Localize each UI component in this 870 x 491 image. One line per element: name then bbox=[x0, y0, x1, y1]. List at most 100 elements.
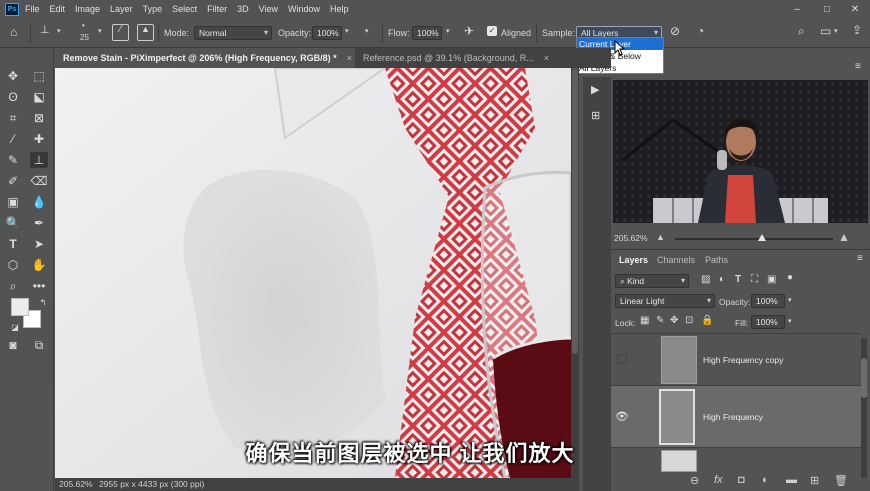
add-mask-icon[interactable]: ◘ bbox=[738, 474, 745, 486]
opacity-input[interactable]: 100% bbox=[312, 26, 342, 40]
workspace-icon[interactable]: ▭ bbox=[820, 25, 831, 37]
clone-stamp-tool-icon[interactable]: ⊥ bbox=[30, 152, 48, 168]
menu-image[interactable]: Image bbox=[75, 4, 100, 14]
tab-remove-stain[interactable]: Remove Stain - PiXimperfect @ 206% (High… bbox=[55, 48, 355, 68]
menu-select[interactable]: Select bbox=[172, 4, 197, 14]
panel-menu-icon[interactable]: ≡ bbox=[855, 62, 861, 72]
layer-name[interactable]: High Frequency copy bbox=[703, 355, 783, 365]
layer-row-selected[interactable]: 👁 High Frequency bbox=[611, 385, 861, 447]
home-icon[interactable]: ⌂ bbox=[10, 26, 17, 38]
eye-icon[interactable]: 👁 bbox=[615, 410, 629, 423]
lock-pixels-icon[interactable]: ✎ bbox=[656, 316, 664, 326]
filter-toggle-icon[interactable]: ● bbox=[787, 273, 793, 283]
canvas-vertical-scrollbar[interactable] bbox=[571, 68, 579, 478]
brush-tool-icon[interactable]: ✎ bbox=[4, 152, 22, 168]
menu-help[interactable]: Help bbox=[330, 4, 349, 14]
default-colors-icon[interactable]: ◪ bbox=[6, 319, 24, 335]
airbrush-icon[interactable]: ✈ bbox=[464, 25, 474, 37]
layer-thumbnail[interactable] bbox=[659, 389, 695, 445]
mode-dropdown[interactable]: Normal ▾ bbox=[194, 26, 272, 40]
navigator-zoom-value[interactable]: 205.62% bbox=[614, 233, 648, 243]
filter-pixel-icon[interactable]: ▨ bbox=[701, 275, 710, 285]
move-tool-icon[interactable]: ✥ bbox=[4, 68, 22, 84]
layer-row[interactable] bbox=[611, 447, 861, 473]
path-selection-tool-icon[interactable]: ➤ bbox=[30, 236, 48, 252]
new-layer-icon[interactable]: ⊞ bbox=[810, 474, 819, 487]
share-icon[interactable]: ⇪ bbox=[852, 24, 862, 36]
close-tab-icon[interactable]: × bbox=[544, 53, 549, 63]
adjustment-layer-icon[interactable]: ◐ bbox=[762, 474, 769, 486]
type-tool-icon[interactable]: T bbox=[4, 236, 22, 252]
marquee-tool-icon[interactable]: ⬚ bbox=[30, 68, 48, 84]
object-selection-tool-icon[interactable]: ⬕ bbox=[30, 89, 48, 105]
zoom-in-mountain-icon[interactable]: ▲ bbox=[838, 230, 850, 244]
frame-tool-icon[interactable]: ⊠ bbox=[30, 110, 48, 126]
tab-layers[interactable]: Layers bbox=[613, 250, 655, 270]
healing-brush-tool-icon[interactable]: ✚ bbox=[30, 131, 48, 147]
quick-mask-icon[interactable]: ◙ bbox=[4, 337, 22, 353]
chevron-down-icon[interactable]: ▾ bbox=[446, 28, 450, 35]
delete-layer-icon[interactable]: 🗑 bbox=[834, 474, 848, 487]
filter-adjustment-icon[interactable]: ◐ bbox=[719, 275, 725, 285]
layer-opacity-input[interactable]: 100% bbox=[751, 294, 785, 308]
panel-menu-icon[interactable]: ≡ bbox=[857, 254, 863, 264]
foreground-color-swatch[interactable] bbox=[11, 298, 29, 316]
menu-filter[interactable]: Filter bbox=[207, 4, 227, 14]
pressure-opacity-icon[interactable]: ◔ bbox=[362, 25, 369, 37]
filter-smart-object-icon[interactable]: ▣ bbox=[767, 275, 776, 285]
gradient-tool-icon[interactable]: ▣ bbox=[4, 194, 22, 210]
lock-transparent-icon[interactable]: ▦ bbox=[640, 316, 649, 326]
lock-artboard-icon[interactable]: ⊡ bbox=[685, 316, 693, 326]
status-zoom[interactable]: 205.62% bbox=[59, 479, 93, 489]
menu-view[interactable]: View bbox=[259, 4, 278, 14]
scrollbar-thumb[interactable] bbox=[861, 358, 867, 398]
lasso-tool-icon[interactable]: ʘ bbox=[4, 89, 22, 105]
link-layers-icon[interactable]: ⊖ bbox=[690, 474, 699, 487]
chevron-down-icon[interactable]: ▾ bbox=[57, 28, 61, 35]
eyedropper-tool-icon[interactable]: ⁄ bbox=[4, 131, 22, 147]
visibility-toggle[interactable] bbox=[617, 354, 627, 364]
crop-tool-icon[interactable]: ⌗ bbox=[4, 110, 22, 126]
menu-type[interactable]: Type bbox=[143, 4, 163, 14]
pressure-size-icon[interactable]: ◔ bbox=[697, 25, 704, 37]
zoom-slider-handle[interactable] bbox=[758, 234, 766, 241]
navigator-zoom-slider[interactable] bbox=[675, 238, 833, 240]
more-tools-icon[interactable]: ••• bbox=[30, 278, 48, 294]
tab-reference[interactable]: Reference.psd @ 39.1% (Background, R... × bbox=[355, 48, 611, 68]
lock-position-icon[interactable]: ✥ bbox=[670, 316, 678, 326]
swap-colors-icon[interactable]: ↰ bbox=[34, 294, 52, 310]
fill-input[interactable]: 100% bbox=[751, 315, 785, 329]
clone-stamp-preset-icon[interactable]: ⊥ bbox=[40, 25, 50, 36]
brush-settings-icon[interactable]: ⁄ bbox=[112, 24, 129, 41]
chevron-down-icon[interactable]: ▾ bbox=[345, 28, 349, 35]
search-icon[interactable]: ⌕ bbox=[798, 25, 805, 37]
lock-all-icon[interactable]: 🔒 bbox=[701, 316, 713, 326]
minimize-button[interactable]: – bbox=[782, 0, 812, 18]
filter-shape-icon[interactable]: ⛶ bbox=[751, 275, 758, 285]
properties-panel-icon[interactable]: ⊞ bbox=[591, 111, 600, 122]
chevron-down-icon[interactable]: ▾ bbox=[788, 318, 792, 325]
chevron-down-icon[interactable]: ▾ bbox=[98, 28, 102, 35]
layer-thumbnail[interactable] bbox=[661, 450, 697, 472]
scrollbar-thumb[interactable] bbox=[572, 68, 578, 354]
layer-name[interactable]: High Frequency bbox=[703, 412, 763, 422]
tab-paths[interactable]: Paths bbox=[699, 250, 734, 270]
filter-type-icon[interactable]: T bbox=[735, 275, 741, 285]
dodge-tool-icon[interactable]: 🔍 bbox=[4, 215, 22, 231]
layers-scrollbar[interactable] bbox=[861, 338, 867, 478]
layer-style-icon[interactable]: fx bbox=[714, 474, 723, 486]
eraser-tool-icon[interactable]: ⌫ bbox=[30, 173, 48, 189]
photoshop-logo-icon[interactable]: Ps bbox=[5, 2, 19, 16]
maximize-button[interactable]: □ bbox=[812, 0, 842, 18]
navigator-preview[interactable] bbox=[613, 80, 868, 223]
hand-tool-icon[interactable]: ✋ bbox=[30, 257, 48, 273]
shape-tool-icon[interactable]: ⬡ bbox=[4, 257, 22, 273]
aligned-checkbox[interactable]: ✓ bbox=[487, 26, 497, 36]
chevron-down-icon[interactable]: ▾ bbox=[834, 28, 838, 35]
layer-row[interactable]: High Frequency copy bbox=[611, 333, 861, 385]
blur-tool-icon[interactable]: 💧 bbox=[30, 194, 48, 210]
new-group-icon[interactable]: ▬ bbox=[786, 474, 797, 486]
document-canvas[interactable] bbox=[55, 68, 571, 478]
menu-window[interactable]: Window bbox=[288, 4, 320, 14]
menu-layer[interactable]: Layer bbox=[110, 4, 133, 14]
